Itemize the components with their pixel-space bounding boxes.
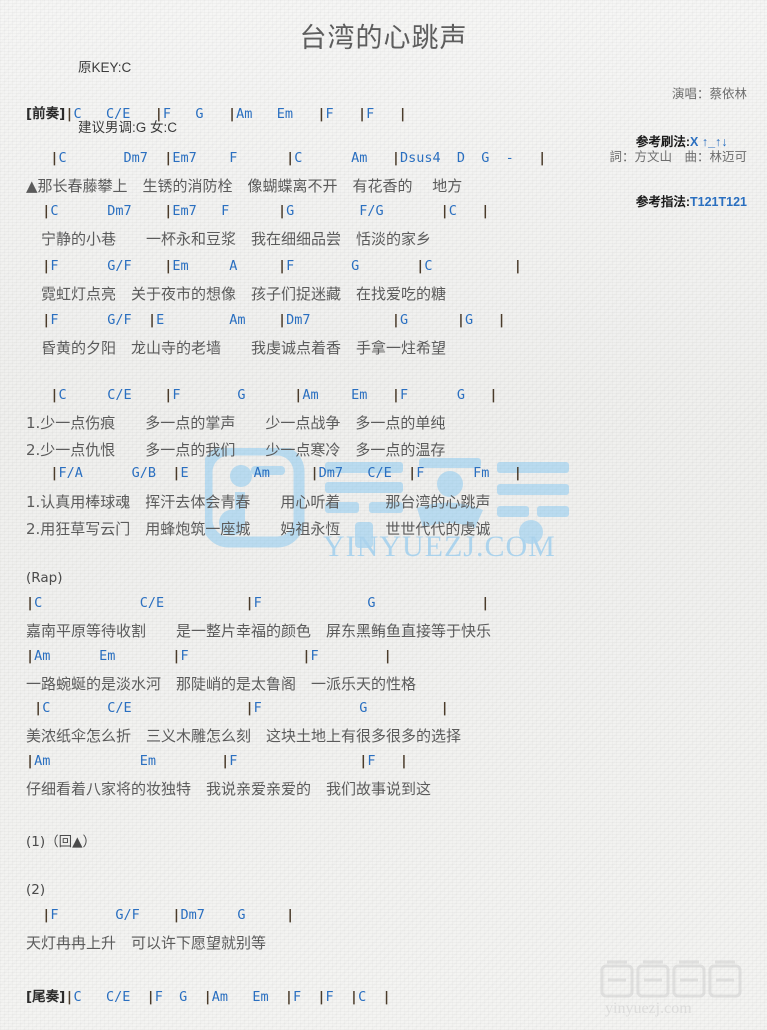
bar-separator: | (286, 907, 295, 923)
bar-separator: | (65, 106, 74, 122)
bar-separator: | (147, 312, 157, 328)
rap-chord-1: |C C/E |F G | (26, 595, 490, 611)
bar-separator: | (245, 700, 254, 716)
chorus-lyric-2a: 1.认真用棒球魂 挥汗去体会青春 用心听着 那台湾的心跳声 (26, 493, 491, 511)
bar-separator: | (164, 258, 173, 274)
rap-label: (Rap) (26, 570, 63, 586)
bar-separator: | (50, 150, 59, 166)
outro-chord-1: |F G/F |Dm7 G | (42, 907, 295, 923)
bar-separator: | (164, 203, 173, 219)
bar-separator: | (359, 753, 368, 769)
outro-line: [尾奏]|C C/E |F G |Am Em |F |F |C | (26, 985, 757, 1005)
chorus-lyric-1a: 1.少一点伤痕 多一点的掌声 少一点战争 多一点的单纯 (26, 414, 446, 432)
verse1-lyric-3: 霓虹灯点亮 关于夜市的想像 孩子们捉迷藏 在找爱吃的糖 (26, 285, 447, 303)
bar-separator: | (398, 106, 407, 122)
bar-separator: | (317, 106, 326, 122)
bar-separator: | (50, 387, 59, 403)
bar-separator: | (440, 203, 449, 219)
chorus-chord-2: |F/A G/B |E Am |Dm7 C/E |F Fm | (50, 465, 522, 481)
bar-separator: | (26, 753, 35, 769)
bar-separator: | (383, 648, 392, 664)
bar-separator: | (26, 595, 35, 611)
rap-chord-2: |Am Em |F |F | (26, 648, 392, 664)
verse1-lyric-4: 昏黄的夕阳 龙山寺的老墙 我虔诚点着香 手拿一炷希望 (26, 339, 447, 357)
bar-separator: | (42, 907, 51, 923)
outro-chords: |C C/E |F G |Am Em |F |F |C | (65, 989, 391, 1005)
strum-label: 参考刷法: (635, 135, 691, 149)
bar-separator: | (164, 387, 173, 403)
chorus-lyric-1b: 2.少一点仇恨 多一点的我们 少一点寒冷 多一点的温存 (26, 441, 446, 459)
intro-line: [前奏]|C C/E |F G |Am Em |F |F | (26, 102, 757, 122)
intro-chords: |C C/E |F G |Am Em |F |F | (65, 106, 407, 122)
bar-separator: | (513, 465, 522, 481)
bar-separator: | (278, 312, 287, 328)
chorus-lyric-2b: 2.用狂草写云门 用蜂炮筑一座城 妈祖永恆 世世代代的虔诚 (26, 520, 491, 538)
outro-lyric-1: 天灯冉冉上升 可以许下愿望就别等 (26, 934, 267, 952)
rap-lyric-2: 一路蜿蜒的是淡水河 那陡峭的是太鲁阁 一派乐天的性格 (26, 675, 417, 693)
bar-separator: | (286, 150, 295, 166)
bar-separator: | (382, 989, 391, 1005)
verse1-chord-1: |C Dm7 |Em7 F |C Am |Dsus4 D G - | (50, 150, 547, 166)
verse1-chord-3: |F G/F |Em A |F G |C | (42, 258, 522, 274)
bar-separator: | (26, 648, 35, 664)
bar-separator: | (538, 150, 547, 166)
bar-separator: | (278, 203, 287, 219)
rap-lyric-4: 仔细看着八家将的妆独特 我说亲爱亲爱的 我们故事说到这 (26, 780, 432, 798)
bar-separator: | (399, 753, 409, 769)
bar-separator: | (203, 989, 212, 1005)
bar-separator: | (310, 465, 319, 481)
bar-separator: | (172, 907, 181, 923)
bar-separator: | (227, 106, 237, 122)
bar-separator: | (42, 203, 51, 219)
strum-value: X ↑_↑↓ (690, 135, 728, 149)
bar-separator: | (408, 465, 417, 481)
bar-separator: | (172, 465, 181, 481)
bar-separator: | (456, 312, 466, 328)
rap-chord-3: |C C/E |F G | (34, 700, 449, 716)
outro-tag: [尾奏] (26, 989, 66, 1005)
bar-separator: | (146, 989, 155, 1005)
bar-separator: | (34, 700, 43, 716)
bar-separator: | (294, 387, 303, 403)
bar-separator: | (65, 989, 74, 1005)
rap-lyric-3: 美浓纸伞怎么折 三义木雕怎么刻 这块土地上有很多很多的选择 (26, 727, 462, 745)
bar-separator: | (302, 648, 311, 664)
bar-separator: | (42, 312, 51, 328)
original-key: 原KEY:C (78, 60, 132, 75)
verse1-chord-4: |F G/F |E Am |Dm7 |G |G | (42, 312, 506, 328)
bar-separator: | (481, 203, 490, 219)
bar-separator: | (50, 465, 59, 481)
chorus-chord-1: |C C/E |F G |Am Em |F G | (50, 387, 498, 403)
bar-separator: | (284, 989, 293, 1005)
strum-reference: 参考刷法:X ↑_↑↓ (636, 132, 747, 152)
verse1-lyric-1: ▲那长春藤攀上 生锈的消防栓 像蝴蝶离不开 有花香的 地方 (26, 177, 463, 195)
verse1-lyric-2: 宁静的小巷 一杯永和豆浆 我在细细品尝 恬淡的家乡 (26, 230, 432, 248)
bar-separator: | (391, 387, 400, 403)
bar-separator: | (391, 150, 400, 166)
chord-sheet: 原KEY:C 建议男调:G 女:C 台湾的心跳声 演唱：蔡依林 詞：方文山 曲：… (0, 0, 767, 1030)
bar-separator: | (172, 648, 181, 664)
rap-chord-4: |Am Em |F |F | (26, 753, 409, 769)
bar-separator: | (278, 258, 287, 274)
bar-separator: | (154, 106, 163, 122)
bar-separator: | (164, 150, 173, 166)
bar-separator: | (245, 595, 254, 611)
bar-separator: | (317, 989, 326, 1005)
verse1-chord-2: |C Dm7 |Em7 F |G F/G |C | (42, 203, 490, 219)
bar-separator: | (489, 387, 498, 403)
bar-separator: | (481, 595, 490, 611)
bar-separator: | (42, 258, 51, 274)
bar-separator: | (416, 258, 425, 274)
bar-separator: | (358, 106, 367, 122)
bar-separator: | (440, 700, 449, 716)
repeat-1: (1)（回▲） (26, 834, 97, 850)
rap-lyric-1: 嘉南平原等待收割 是一整片幸福的颜色 屏东黑鲔鱼直接等于快乐 (26, 622, 492, 640)
bar-separator: | (391, 312, 400, 328)
bar-separator: | (497, 312, 506, 328)
bar-separator: | (513, 258, 522, 274)
bar-separator: | (221, 753, 230, 769)
bar-separator: | (349, 989, 359, 1005)
repeat-2: (2) (26, 882, 46, 898)
intro-tag: [前奏] (26, 106, 66, 122)
